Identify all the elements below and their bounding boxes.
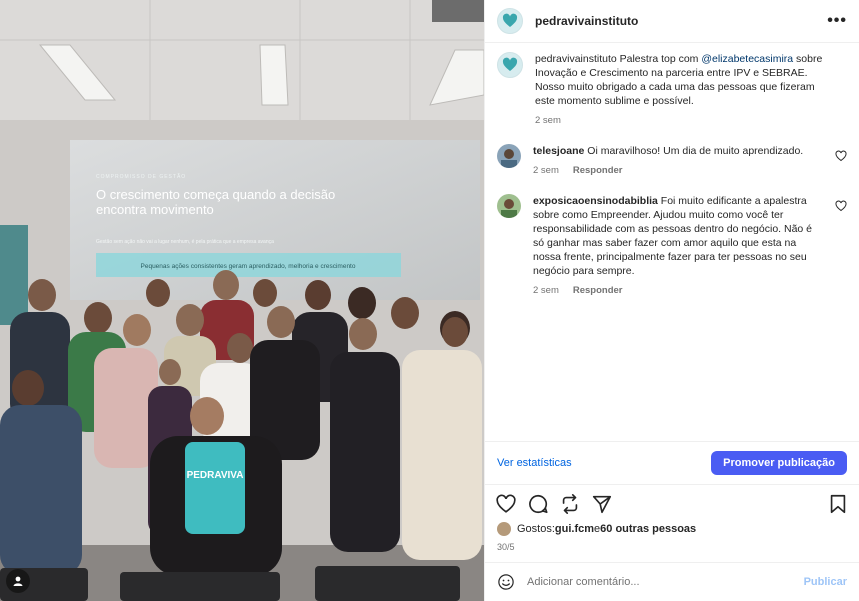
- comment-bubble-icon[interactable]: [527, 493, 549, 515]
- action-bar: [485, 484, 859, 523]
- reply-button[interactable]: Responder: [573, 284, 623, 298]
- like-heart-icon[interactable]: [495, 493, 517, 515]
- view-insights-link[interactable]: Ver estatísticas: [497, 457, 572, 469]
- post-window: PEDRAVIVA COMPROMISSO DE GESTÃO O cresci…: [0, 0, 859, 601]
- save-bookmark-icon[interactable]: [827, 493, 849, 515]
- slide-box-text: Pequenas ações consistentes geram aprend…: [141, 263, 356, 270]
- comment-time[interactable]: 2 sem: [533, 164, 559, 178]
- comment-text: Oi maravilhoso! Um dia de muito aprendiz…: [584, 145, 804, 157]
- comment-avatar[interactable]: [497, 144, 521, 168]
- user-photo-icon: [497, 194, 521, 218]
- publish-comment-button[interactable]: Publicar: [804, 576, 847, 588]
- post-date[interactable]: 30/5: [497, 542, 515, 552]
- comment-meta: 2 sem Responder: [533, 284, 823, 298]
- more-options-button[interactable]: •••: [827, 12, 847, 30]
- heart-logo-icon: [502, 57, 518, 71]
- post-header: pedravivainstituto •••: [485, 0, 859, 43]
- caption-meta: 2 sem: [535, 114, 825, 128]
- heart-logo-icon: [502, 13, 518, 27]
- user-photo-icon: [497, 144, 521, 168]
- person-icon: [13, 576, 23, 586]
- likes-summary: Gostos: gui.fcm e 60 outras pessoas: [497, 522, 696, 536]
- comment-text-block: exposicaoensinodabiblia Foi muito edific…: [533, 194, 823, 298]
- repost-icon[interactable]: [559, 493, 581, 515]
- comment-text-block: telesjoane Oi maravilhoso! Um dia de mui…: [533, 144, 823, 178]
- post-side-panel: pedravivainstituto ••• pedravivainstitut…: [484, 0, 859, 601]
- comment-meta: 2 sem Responder: [533, 164, 823, 178]
- caption-text-block: pedravivainstituto Palestra top com @eli…: [535, 52, 825, 128]
- caption-text-before: Palestra top com: [616, 53, 702, 65]
- like-comment-heart-icon[interactable]: [835, 150, 847, 162]
- caption-mention[interactable]: @elizabetecasimira: [701, 53, 793, 65]
- share-send-icon[interactable]: [591, 493, 613, 515]
- shirt-text: PEDRAVIVA: [187, 470, 244, 481]
- comment-item: exposicaoensinodabiblia Foi muito edific…: [497, 194, 847, 298]
- comment-time[interactable]: 2 sem: [533, 284, 559, 298]
- group-photo-illustration: PEDRAVIVA COMPROMISSO DE GESTÃO O cresci…: [0, 0, 484, 601]
- comment-item: telesjoane Oi maravilhoso! Um dia de mui…: [497, 144, 847, 178]
- caption: pedravivainstituto Palestra top com @eli…: [497, 52, 847, 128]
- comment-text: Foi muito edificante a apalestra sobre c…: [533, 195, 813, 277]
- caption-username[interactable]: pedravivainstituto: [535, 53, 617, 65]
- account-avatar[interactable]: [497, 8, 523, 34]
- slide-title-line1: O crescimento começa quando a decisão: [96, 187, 335, 202]
- tagged-users-button[interactable]: [6, 569, 30, 593]
- slide-kicker: COMPROMISSO DE GESTÃO: [96, 173, 186, 180]
- likes-prefix: Gostos:: [517, 523, 555, 535]
- post-photo[interactable]: PEDRAVIVA COMPROMISSO DE GESTÃO O cresci…: [0, 0, 484, 601]
- add-comment-bar: Adicionar comentário... Publicar: [485, 562, 859, 601]
- like-comment-heart-icon[interactable]: [835, 200, 847, 212]
- comment-username[interactable]: exposicaoensinodabiblia: [533, 195, 658, 207]
- comments-list: pedravivainstituto Palestra top com @eli…: [485, 52, 859, 312]
- add-comment-input[interactable]: Adicionar comentário...: [527, 576, 640, 588]
- promote-post-button[interactable]: Promover publicação: [711, 451, 847, 475]
- header-username[interactable]: pedravivainstituto: [535, 14, 638, 28]
- liker-username[interactable]: gui.fcm: [555, 523, 594, 535]
- caption-avatar[interactable]: [497, 52, 523, 78]
- liker-avatar[interactable]: [497, 522, 511, 536]
- insights-bar: Ver estatísticas Promover publicação: [485, 441, 859, 484]
- comment-avatar[interactable]: [497, 194, 521, 218]
- likes-others-link[interactable]: 60 outras pessoas: [600, 523, 696, 535]
- caption-time[interactable]: 2 sem: [535, 114, 561, 128]
- emoji-icon[interactable]: [497, 573, 515, 591]
- slide-small-text: Gestão sem ação não vai a lugar nenhum, …: [96, 239, 274, 245]
- slide-title-line2: encontra movimento: [96, 202, 214, 217]
- comment-username[interactable]: telesjoane: [533, 145, 584, 157]
- reply-button[interactable]: Responder: [573, 164, 623, 178]
